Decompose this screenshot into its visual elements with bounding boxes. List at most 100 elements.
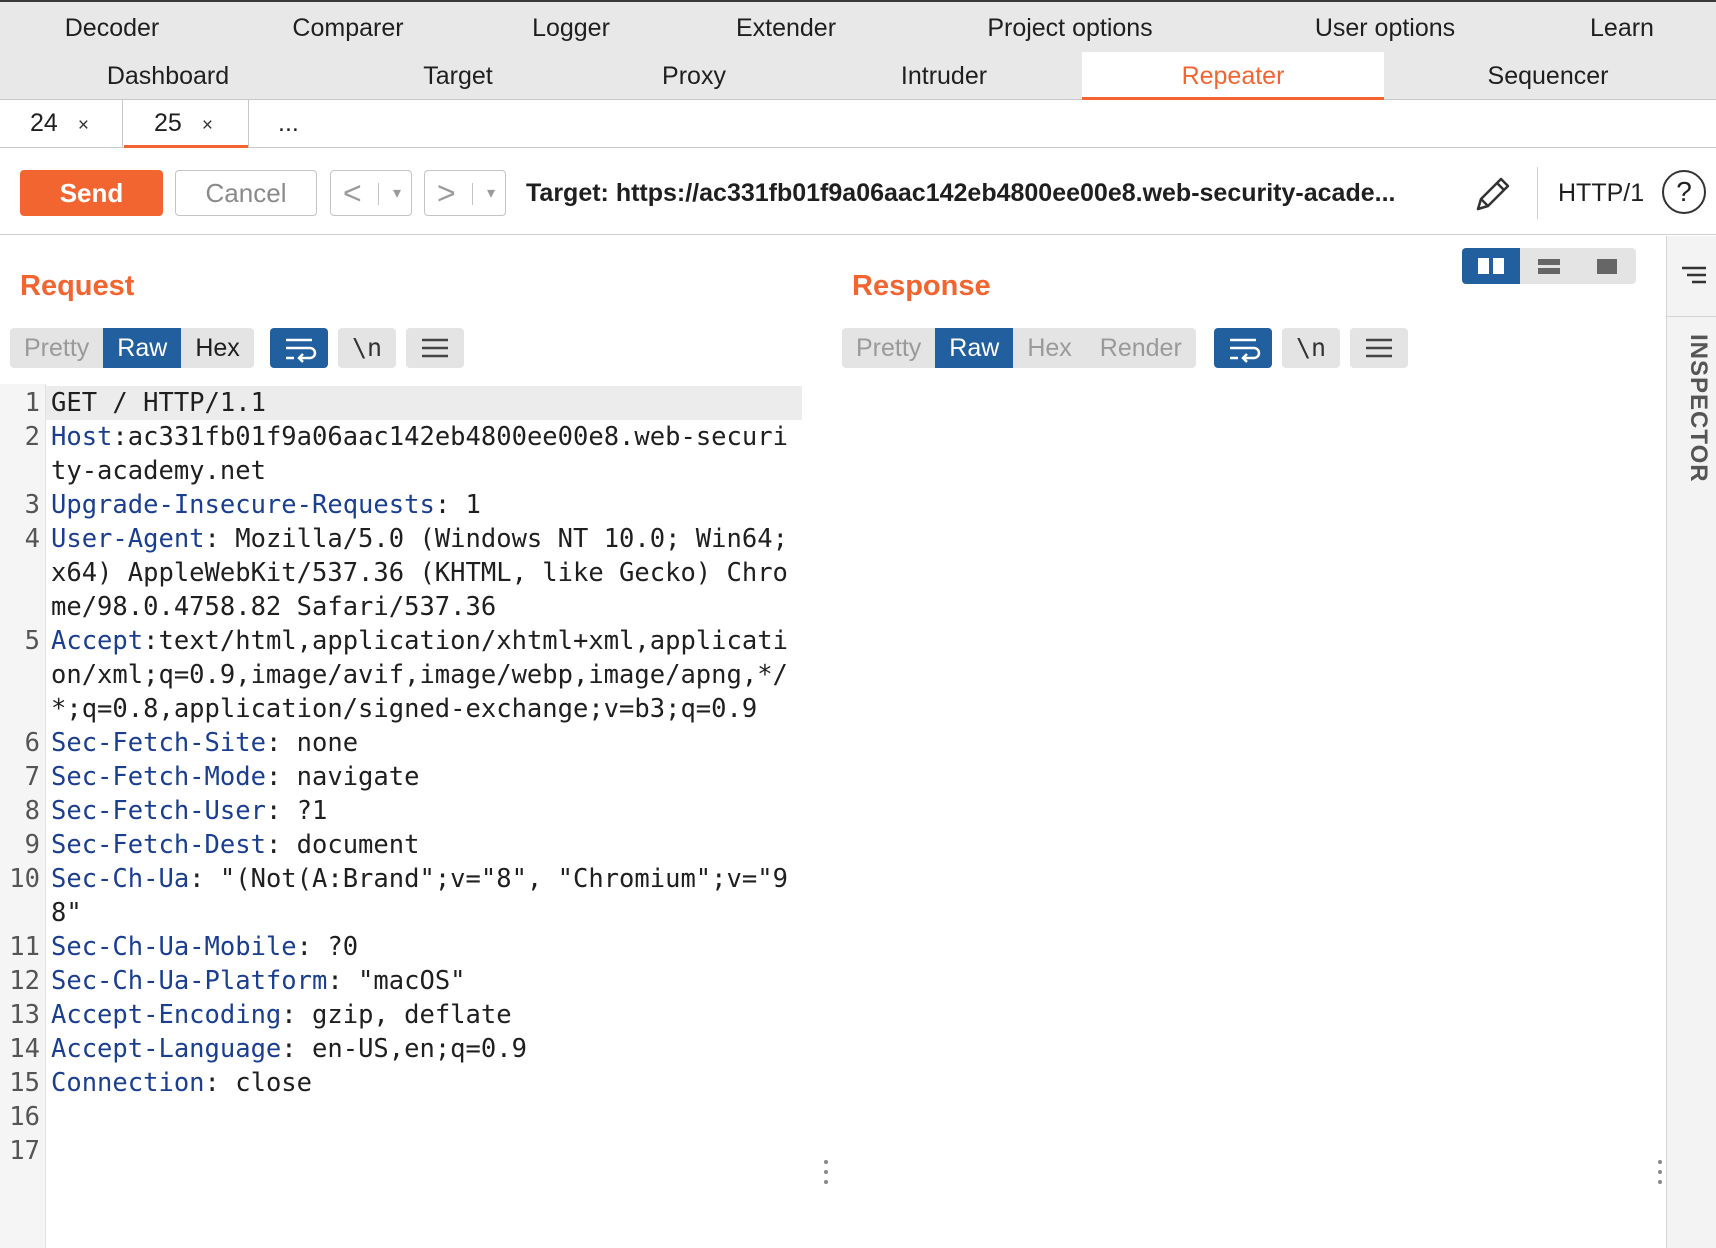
- request-menu-button[interactable]: [406, 328, 464, 368]
- tab-user-options[interactable]: User options: [1300, 4, 1470, 52]
- tab-comparer[interactable]: Comparer: [270, 4, 426, 52]
- response-menu-button[interactable]: [1350, 328, 1408, 368]
- newline-icon: \n: [351, 333, 383, 362]
- request-line[interactable]: 13 Accept-Encoding: gzip, deflate: [0, 998, 802, 1032]
- inspector-divider: [1667, 316, 1716, 317]
- history-back-button[interactable]: < ▾: [330, 170, 412, 216]
- tab-target[interactable]: Target: [400, 52, 516, 100]
- header-colon: :: [281, 1034, 297, 1064]
- response-editor[interactable]: [832, 384, 1666, 1248]
- line-content: [40, 1134, 800, 1168]
- new-tab-button[interactable]: ...: [248, 100, 334, 148]
- line-number: 1: [24, 388, 40, 418]
- chevron-down-icon[interactable]: ▾: [393, 183, 401, 203]
- tab-learn[interactable]: Learn: [1570, 4, 1674, 52]
- show-newlines-button[interactable]: \n: [338, 328, 396, 368]
- tab-sequencer[interactable]: Sequencer: [1470, 52, 1626, 100]
- request-line[interactable]: 6 Sec-Fetch-Site: none: [0, 726, 802, 760]
- header-name: Accept-Language: [51, 1034, 282, 1064]
- request-line[interactable]: 7 Sec-Fetch-Mode: navigate: [0, 760, 802, 794]
- request-line[interactable]: 15 Connection: close: [0, 1066, 802, 1100]
- line-number: 11: [9, 932, 40, 962]
- tab-project-options[interactable]: Project options: [970, 4, 1170, 52]
- line-number: 5: [24, 626, 40, 656]
- line-number: 14: [9, 1034, 40, 1064]
- view-pretty-button[interactable]: Pretty: [842, 328, 935, 368]
- header-name: Sec-Fetch-Site: [51, 728, 266, 758]
- cancel-button[interactable]: Cancel: [175, 170, 317, 216]
- header-name: Sec-Ch-Ua: [51, 864, 190, 894]
- layout-single-button[interactable]: [1578, 248, 1636, 284]
- line-content: Sec-Fetch-User: ?1: [40, 794, 800, 828]
- request-line[interactable]: 5 Accept:text/html,application/xhtml+xml,…: [0, 624, 802, 726]
- request-code[interactable]: 1 GET / HTTP/1.1 2 Host:ac331fb01f9a06aac14…: [0, 386, 802, 1168]
- wrap-lines-button[interactable]: [270, 328, 328, 368]
- tab-repeater[interactable]: Repeater: [1082, 52, 1384, 100]
- repeater-tab-25[interactable]: 25 ×: [124, 100, 248, 148]
- header-name: Connection: [51, 1068, 205, 1098]
- inspector-toggle[interactable]: INSPECTOR: [1678, 334, 1716, 514]
- response-title: Response: [852, 270, 991, 302]
- layout-toggle: [1462, 248, 1636, 284]
- header-name: Accept-Encoding: [51, 1000, 282, 1030]
- request-view-selector: Pretty Raw Hex: [10, 328, 254, 368]
- view-pretty-button[interactable]: Pretty: [10, 328, 103, 368]
- view-render-button[interactable]: Render: [1086, 328, 1196, 368]
- request-line[interactable]: 4 User-Agent: Mozilla/5.0 (Windows NT 10.…: [0, 522, 802, 624]
- header-name: Upgrade-Insecure-Requests: [51, 490, 435, 520]
- wrap-lines-button[interactable]: [1214, 328, 1272, 368]
- inspector-splitter-handle[interactable]: [1657, 1160, 1663, 1190]
- http-version-selector[interactable]: HTTP/1: [1558, 170, 1644, 216]
- tab-decoder[interactable]: Decoder: [40, 4, 184, 52]
- request-line[interactable]: 10 Sec-Ch-Ua: "(Not(A:Brand";v="8", "Chro…: [0, 862, 802, 930]
- view-raw-button[interactable]: Raw: [935, 328, 1014, 368]
- close-icon[interactable]: ×: [78, 115, 89, 136]
- send-button[interactable]: Send: [20, 170, 163, 216]
- header-colon: :: [265, 830, 282, 860]
- pencil-edit-icon[interactable]: [1472, 173, 1514, 215]
- hamburger-menu-icon: [1366, 338, 1392, 358]
- request-line[interactable]: 2 Host:ac331fb01f9a06aac142eb4800ee00e8.w…: [0, 420, 802, 488]
- layout-stacked-button[interactable]: [1520, 248, 1578, 284]
- request-editor[interactable]: 1 GET / HTTP/1.1 2 Host:ac331fb01f9a06aac14…: [0, 384, 822, 1248]
- request-line[interactable]: 16: [0, 1100, 802, 1134]
- request-line[interactable]: 9 Sec-Fetch-Dest: document: [0, 828, 802, 862]
- request-pane: Request Pretty Raw Hex \n 1 GET / HTTP/1.…: [0, 236, 822, 1248]
- request-line[interactable]: 17: [0, 1134, 802, 1168]
- view-hex-button[interactable]: Hex: [1013, 328, 1085, 368]
- tab-extender[interactable]: Extender: [722, 4, 850, 52]
- repeater-tab-24[interactable]: 24 ×: [0, 100, 122, 148]
- header-name: Sec-Ch-Ua-Mobile: [51, 932, 297, 962]
- request-line[interactable]: 8 Sec-Fetch-User: ?1: [0, 794, 802, 828]
- request-line[interactable]: 12 Sec-Ch-Ua-Platform: "macOS": [0, 964, 802, 998]
- repeater-tab-bar: 24 × 25 × ...: [0, 100, 1716, 148]
- history-forward-button[interactable]: > ▾: [424, 170, 506, 216]
- show-newlines-button[interactable]: \n: [1282, 328, 1340, 368]
- view-hex-button[interactable]: Hex: [181, 328, 253, 368]
- header-value: ?0: [312, 932, 359, 962]
- line-content: Accept-Language: en-US,en;q=0.9: [40, 1032, 800, 1066]
- tab-logger[interactable]: Logger: [510, 4, 632, 52]
- header-colon: :: [327, 966, 343, 996]
- main-tab-row-1: Decoder Comparer Logger Extender Project…: [0, 4, 1716, 52]
- header-colon: :: [265, 762, 282, 792]
- header-colon: :: [265, 728, 282, 758]
- toolbar-divider: [1537, 167, 1538, 219]
- line-number: 9: [24, 830, 40, 860]
- help-icon[interactable]: ?: [1662, 170, 1706, 214]
- request-title: Request: [20, 270, 135, 302]
- inspector-menu-icon[interactable]: [1679, 260, 1709, 290]
- tab-proxy[interactable]: Proxy: [640, 52, 748, 100]
- request-line[interactable]: 3 Upgrade-Insecure-Requests: 1: [0, 488, 802, 522]
- close-icon[interactable]: ×: [202, 115, 213, 136]
- request-line[interactable]: 14 Accept-Language: en-US,en;q=0.9: [0, 1032, 802, 1066]
- tab-dashboard[interactable]: Dashboard: [84, 52, 252, 100]
- request-line[interactable]: 11 Sec-Ch-Ua-Mobile: ?0: [0, 930, 802, 964]
- pane-splitter-handle[interactable]: [823, 1160, 829, 1190]
- request-line[interactable]: 1 GET / HTTP/1.1: [0, 386, 802, 420]
- header-value: navigate: [281, 762, 420, 792]
- view-raw-button[interactable]: Raw: [103, 328, 182, 368]
- tab-intruder[interactable]: Intruder: [880, 52, 1008, 100]
- chevron-down-icon[interactable]: ▾: [487, 183, 495, 203]
- layout-side-by-side-button[interactable]: [1462, 248, 1520, 284]
